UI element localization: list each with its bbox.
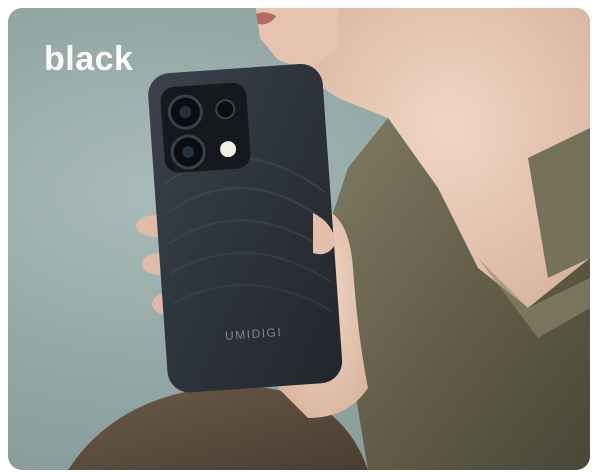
product-color-card: UMIDIGI black: [8, 8, 590, 470]
color-label: black: [44, 40, 134, 78]
camera-lens-3: [215, 99, 236, 120]
